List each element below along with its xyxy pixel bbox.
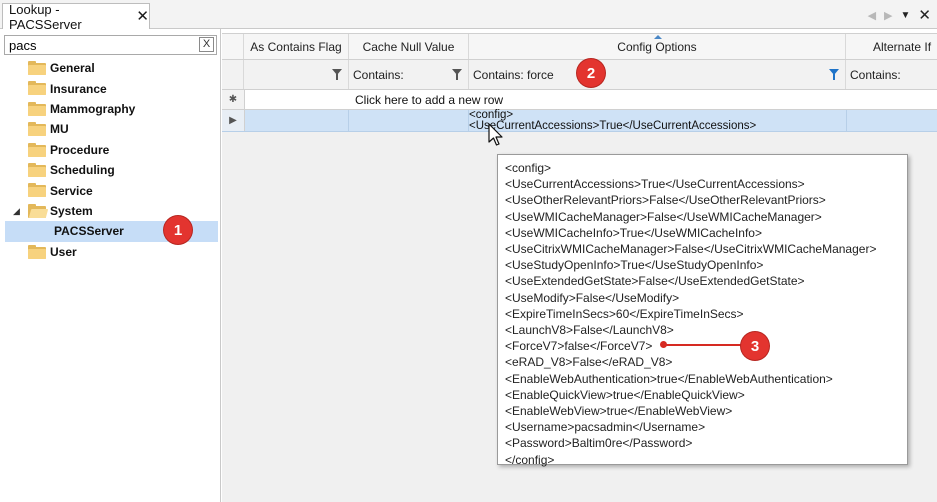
tab-title: Lookup - PACSServer (9, 1, 82, 32)
column-header-cache-null-value[interactable]: Cache Null Value (349, 34, 469, 59)
filter-active-icon[interactable] (829, 69, 839, 80)
filter-text: Contains: force (473, 67, 554, 82)
annotation-badge-1: 1 (164, 216, 192, 244)
grid-header-row: As Contains Flag Cache Null Value Config… (222, 33, 937, 60)
scroll-left-icon[interactable]: ◀ (868, 9, 876, 22)
tree-item-procedure[interactable]: Procedure (0, 140, 221, 160)
row-indicator-icon: ▶ (222, 110, 245, 131)
tree-item-label: User (50, 244, 77, 259)
annotation-pointer-dot (660, 341, 667, 348)
expanded-arrow-icon[interactable]: ◢ (13, 206, 20, 217)
folder-icon (28, 122, 46, 137)
search-input[interactable] (5, 36, 199, 54)
cell-cache-null-value[interactable] (349, 110, 469, 131)
tooltip-line: <UseStudyOpenInfo>True</UseStudyOpenInfo… (505, 258, 764, 273)
tooltip-line: <EnableWebView>true</EnableWebView> (505, 404, 733, 419)
filter-config-options[interactable]: Contains: force (469, 60, 846, 89)
folder-icon (28, 81, 46, 96)
tree-item-mu[interactable]: MU (0, 119, 221, 139)
tooltip-line: <UseOtherRelevantPriors>False</UseOtherR… (505, 193, 826, 208)
annotation-badge-2: 2 (577, 59, 605, 87)
filter-alternate-if[interactable]: Contains: (846, 60, 937, 89)
tree-item-label: Service (50, 183, 93, 198)
tree-item-insurance[interactable]: Insurance (0, 78, 221, 98)
cell-config-options[interactable]: <config> <UseCurrentAccessions>True</Use… (469, 109, 757, 132)
search-box: X (4, 35, 217, 55)
tree-item-system[interactable]: ◢ System (0, 201, 221, 221)
tree-item-label: System (50, 203, 93, 218)
close-all-icon[interactable]: ✕ (918, 6, 931, 24)
tree-item-label: General (50, 61, 95, 76)
table-row[interactable]: ▶ <config> <UseCurrentAccessions>True</U… (222, 109, 937, 132)
tree-item-scheduling[interactable]: Scheduling (0, 160, 221, 180)
new-row-asterisk-icon: ✱ (222, 90, 245, 109)
folder-open-icon (28, 203, 49, 218)
tooltip-line: <UseCurrentAccessions>True</UseCurrentAc… (505, 177, 805, 192)
cell-alternate-if[interactable] (846, 110, 937, 131)
folder-icon (28, 142, 46, 157)
tooltip-line: <Username>pacsadmin</Username> (505, 420, 706, 435)
tooltip-line-forcev7: <ForceV7>false</ForceV7> (505, 339, 653, 354)
filter-text: Contains: (353, 67, 404, 82)
tooltip-line: <config> (505, 161, 552, 175)
tooltip-line: <UseWMICacheInfo>True</UseWMICacheInfo> (505, 225, 762, 240)
tree-item-label: Insurance (50, 81, 107, 96)
add-row-text: Click here to add a new row (355, 93, 504, 107)
filter-text: Contains: (850, 67, 901, 82)
config-line: <UseCurrentAccessions>True</UseCurrentAc… (469, 120, 757, 132)
filter-cache-null-value[interactable]: Contains: (349, 60, 469, 89)
sort-ascending-icon (654, 35, 662, 39)
filter-as-contains-flag[interactable] (244, 60, 349, 89)
tab-lookup-pacsserver[interactable]: Lookup - PACSServer ✕ (2, 1, 150, 32)
tooltip-line: <ExpireTimeInSecs>60</ExpireTimeInSecs> (505, 306, 744, 321)
tooltip-line: <EnableWebAuthentication>true</EnableWeb… (505, 371, 833, 386)
folder-icon (28, 162, 46, 177)
chevron-down-icon[interactable]: ▼ (901, 10, 911, 21)
tree-item-label: Mammography (50, 101, 136, 116)
tooltip-line: <eRAD_V8>False</eRAD_V8> (505, 355, 673, 370)
tooltip-line: <EnableQuickView>true</EnableQuickView> (505, 387, 745, 402)
tooltip-line: <UseCitrixWMICacheManager>False</UseCitr… (505, 242, 877, 257)
config-tooltip: <config> <UseCurrentAccessions>True</Use… (497, 154, 908, 467)
tree-item-label: Procedure (50, 142, 110, 157)
tooltip-line: <UseModify>False</UseModify> (505, 290, 680, 305)
tooltip-line: <UseExtendedGetState>False</UseExtendedG… (505, 274, 805, 289)
annotation-pointer-line (664, 344, 744, 346)
filter-icon[interactable] (332, 69, 342, 80)
clear-search-button[interactable]: X (199, 37, 214, 52)
folder-icon (28, 244, 46, 259)
tooltip-line: <Password>Baltim0re</Password> (505, 436, 693, 451)
tree-item-label: PACSServer (54, 224, 124, 239)
annotation-badge-3: 3 (741, 332, 769, 360)
tree-item-label: MU (50, 122, 69, 137)
cell-as-contains-flag[interactable] (244, 110, 349, 131)
tree-item-general[interactable]: General (0, 58, 221, 78)
tab-controls: ◀ ▶ ▼ ✕ (868, 6, 931, 24)
tree-item-user[interactable]: User (0, 242, 221, 262)
scroll-right-icon[interactable]: ▶ (884, 9, 892, 22)
lookup-tree-panel: X General Insurance Mammography MU Proce… (0, 29, 221, 502)
add-new-row[interactable]: ✱ Click here to add a new row (222, 90, 937, 110)
close-icon[interactable]: ✕ (136, 9, 149, 24)
folder-icon (28, 183, 46, 198)
filter-row-indicator (222, 60, 244, 89)
folder-icon (28, 61, 46, 75)
tree-item-mammography[interactable]: Mammography (0, 99, 221, 119)
header-row-indicator (222, 34, 244, 59)
tree-item-label: Scheduling (50, 163, 115, 178)
tooltip-line: <UseWMICacheManager>False</UseWMICacheMa… (505, 209, 822, 224)
column-header-alternate-if[interactable]: Alternate If (846, 34, 937, 59)
tooltip-line: <LaunchV8>False</LaunchV8> (505, 323, 674, 338)
mouse-cursor-icon (488, 123, 503, 146)
tooltip-line: </config> (505, 452, 555, 467)
filter-icon[interactable] (452, 69, 462, 80)
tab-bar: Lookup - PACSServer ✕ ◀ ▶ ▼ ✕ (0, 0, 937, 32)
folder-icon (28, 101, 46, 116)
column-header-as-contains-flag[interactable]: As Contains Flag (244, 34, 349, 59)
tree-item-service[interactable]: Service (0, 180, 221, 200)
